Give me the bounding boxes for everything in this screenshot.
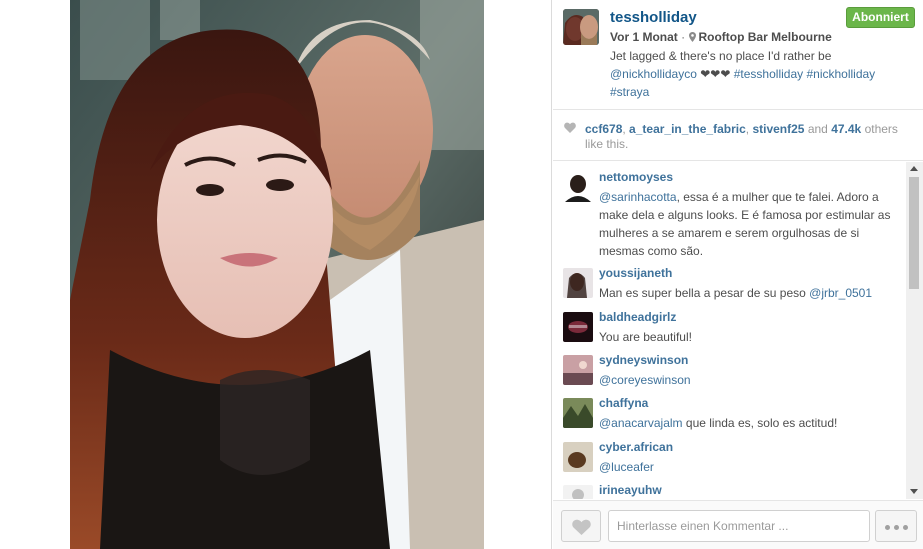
caption-text: Jet lagged & there's no place I'd rather… [610,49,832,63]
likes-section: ccf678, a_tear_in_the_fabric, stivenf25 … [553,111,923,161]
scroll-thumb[interactable] [909,177,919,289]
avatar-image [563,485,593,499]
more-icon [894,525,899,530]
comment-body: You are beautiful! [599,330,692,344]
more-icon [885,525,890,530]
avatar[interactable] [563,442,593,472]
meta-separator: · [677,30,689,44]
caption-mention[interactable]: @nickhollidayco [610,67,697,81]
post-photo[interactable] [70,0,484,549]
heart-icon [572,519,591,535]
avatar-image [563,9,599,45]
comment-text: @luceafer [599,458,899,476]
comment-username[interactable]: cyber.african [599,440,673,454]
comment-username[interactable]: baldheadgirlz [599,310,676,324]
avatar-image [563,355,593,385]
hashtag-link[interactable]: #tessholliday [734,67,803,81]
avatar[interactable] [563,485,593,499]
photo-pane [0,0,552,549]
avatar-image [563,442,593,472]
caption-emoji: ❤❤❤ [700,67,731,81]
comment-text: You are beautiful! [599,328,899,346]
comment-input[interactable] [608,510,870,542]
comment-text: @anacarvajalm que linda es, solo es acti… [599,414,899,432]
post-caption: Jet lagged & there's no place I'd rather… [610,47,900,101]
comment-username[interactable]: nettomoyses [599,170,673,184]
comment-mention[interactable]: @anacarvajalm [599,416,683,430]
comment-mention[interactable]: @sarinhacotta [599,190,677,204]
scroll-down-icon[interactable] [910,489,918,494]
comment-text: Man es super bella a pesar de su peso @j… [599,284,899,302]
scroll-up-icon[interactable] [910,166,918,171]
heart-icon [564,122,576,133]
like-button[interactable] [561,510,601,542]
comments-scrollbar[interactable] [906,162,923,499]
more-icon [903,525,908,530]
likes-text: ccf678, a_tear_in_the_fabric, stivenf25 … [585,122,898,151]
instagram-post-view: tessholliday Abonniert Vor 1 Monat · Roo… [0,0,923,549]
comment-footer [553,500,923,549]
comment-text: @sarinhacotta, essa é a mulher que te fa… [599,188,899,260]
liker-link[interactable]: stivenf25 [752,122,804,136]
post-details-panel: tessholliday Abonniert Vor 1 Monat · Roo… [553,0,923,549]
comments-list: nettomoyses @sarinhacotta, essa é a mulh… [553,162,907,499]
comment-username[interactable]: youssijaneth [599,266,672,280]
likes-count[interactable]: 47.4k [831,122,861,136]
avatar[interactable] [563,268,593,298]
avatar[interactable] [563,312,593,342]
comment-mention[interactable]: @jrbr_0501 [809,286,872,300]
comment-username[interactable]: chaffyna [599,396,648,410]
pin-icon [689,32,697,42]
likes-and: and [807,122,828,136]
more-options-button[interactable] [875,510,917,542]
post-time[interactable]: Vor 1 Monat [610,30,678,44]
comment-mention[interactable]: @luceafer [599,460,654,474]
comment-text: @coreyeswinson [599,371,899,389]
avatar-image [563,172,593,202]
avatar[interactable] [563,398,593,428]
avatar-image [563,398,593,428]
avatar-image [563,268,593,298]
liker-link[interactable]: a_tear_in_the_fabric [629,122,746,136]
post-header: tessholliday Abonniert Vor 1 Monat · Roo… [553,0,923,110]
post-location[interactable]: Rooftop Bar Melbourne [698,30,831,44]
comment-body: Man es super bella a pesar de su peso [599,286,810,300]
avatar[interactable] [563,355,593,385]
hashtag-link[interactable]: #straya [610,85,649,99]
comment-username[interactable]: sydneyswinson [599,353,688,367]
comment-username[interactable]: irineayuhw [599,483,662,497]
post-username[interactable]: tessholliday [610,9,697,26]
hashtag-link[interactable]: #nickholliday [806,67,875,81]
selfie-image [70,0,484,549]
avatar[interactable] [563,172,593,202]
comment-body: que linda es, solo es actitud! [682,416,838,430]
comment-mention[interactable]: @coreyeswinson [599,373,691,387]
follow-button[interactable]: Abonniert [846,7,915,28]
liker-link[interactable]: ccf678 [585,122,622,136]
post-meta: Vor 1 Monat · Rooftop Bar Melbourne [610,30,832,44]
avatar-image [563,312,593,342]
avatar[interactable] [563,9,599,45]
